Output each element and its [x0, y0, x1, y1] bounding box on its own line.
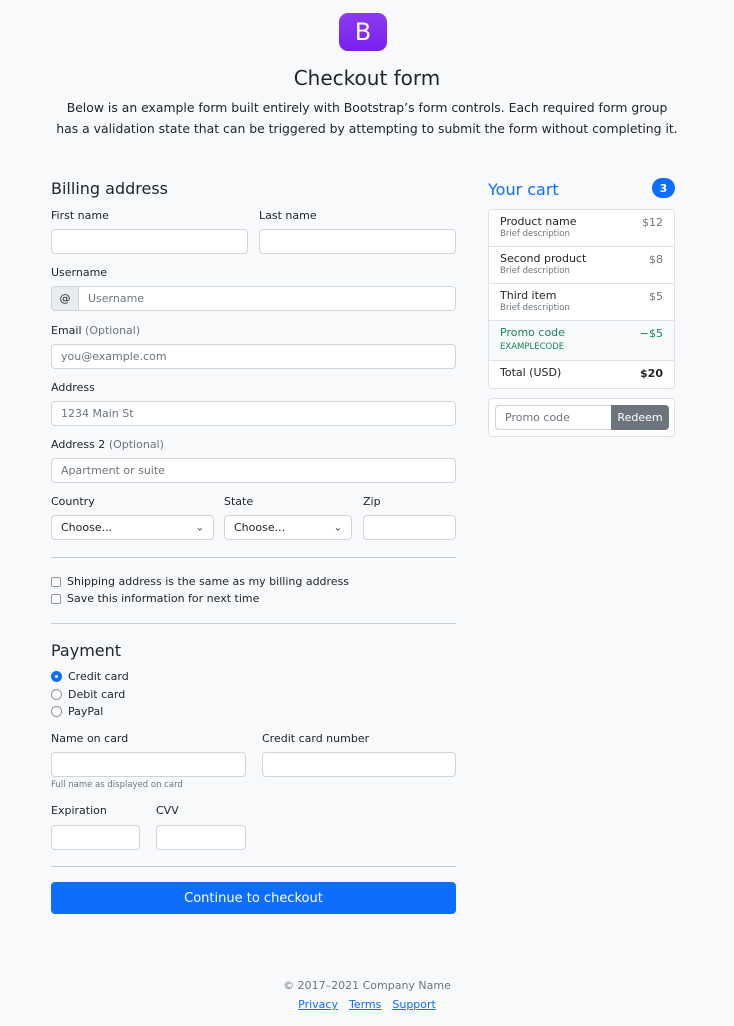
total-value: $20	[640, 367, 663, 380]
email-optional: (Optional)	[85, 324, 141, 337]
address2-placeholder: Apartment or suite	[61, 464, 165, 477]
username-placeholder: Username	[88, 292, 145, 305]
promo-name: Promo code	[500, 326, 565, 339]
continue-to-checkout-button[interactable]: Continue to checkout	[51, 882, 456, 914]
address2-label: Address 2 (Optional)	[51, 438, 164, 451]
promo-placeholder: Promo code	[505, 411, 570, 424]
cart-item-price: $12	[642, 216, 663, 229]
card-number-label: Credit card number	[262, 732, 370, 745]
page-title: Checkout form	[293, 66, 441, 90]
cart-item-desc: Brief description	[500, 229, 570, 239]
cart-promo-row: Promo code EXAMPLECODE −$5	[489, 321, 674, 361]
address2-optional: (Optional)	[108, 438, 164, 451]
cart-item: Product name Brief description $12	[489, 210, 674, 247]
country-label: Country	[51, 495, 95, 508]
zip-input[interactable]	[363, 515, 456, 540]
divider	[51, 557, 456, 558]
radio-button[interactable]	[51, 689, 62, 700]
save-info-checkbox[interactable]: Save this information for next time	[51, 592, 259, 605]
same-address-label: Shipping address is the same as my billi…	[67, 575, 350, 588]
cvv-input[interactable]	[156, 825, 246, 850]
first-name-input[interactable]	[51, 229, 248, 254]
state-value: Choose...	[234, 521, 286, 534]
footer-link-terms[interactable]: Terms	[349, 998, 381, 1011]
cart-total-row: Total (USD) $20	[489, 361, 674, 388]
footer-copyright: © 2017–2021 Company Name	[283, 979, 451, 992]
save-info-label: Save this information for next time	[67, 592, 260, 605]
name-on-card-input[interactable]	[51, 752, 246, 777]
state-select[interactable]: Choose... ⌄	[224, 515, 352, 540]
footer-link-support[interactable]: Support	[392, 998, 435, 1011]
billing-heading: Billing address	[51, 179, 168, 198]
radio-button[interactable]	[51, 706, 62, 717]
payment-heading: Payment	[51, 641, 122, 660]
email-label: Email (Optional)	[51, 324, 141, 337]
cart-item: Second product Brief description $8	[489, 247, 674, 284]
promo-amount: −$5	[639, 327, 663, 340]
country-select[interactable]: Choose... ⌄	[51, 515, 214, 540]
radio-label: PayPal	[68, 705, 104, 718]
cart-item-name: Product name	[500, 215, 577, 228]
cart-item-name: Second product	[500, 252, 587, 265]
radio-label: Credit card	[68, 670, 129, 683]
radio-button[interactable]	[51, 671, 62, 682]
promo-code: EXAMPLECODE	[500, 342, 565, 352]
email-input[interactable]: you@example.com	[51, 344, 456, 369]
username-input[interactable]: Username	[78, 286, 456, 311]
last-name-input[interactable]	[259, 229, 456, 254]
cart-item-price: $8	[649, 253, 663, 266]
first-name-label: First name	[51, 209, 109, 222]
name-on-card-label: Name on card	[51, 732, 129, 745]
cart-item-price: $5	[649, 290, 663, 303]
checkbox-box[interactable]	[51, 576, 61, 587]
card-number-input[interactable]	[262, 752, 456, 777]
radio-paypal[interactable]: PayPal	[51, 705, 103, 718]
cvv-label: CVV	[156, 804, 179, 817]
cart-list: Product name Brief description $12 Secon…	[488, 209, 675, 389]
same-address-checkbox[interactable]: Shipping address is the same as my billi…	[51, 575, 349, 588]
last-name-label: Last name	[259, 209, 317, 222]
radio-credit-card[interactable]: Credit card	[51, 670, 129, 683]
username-label: Username	[51, 266, 108, 279]
email-placeholder: you@example.com	[61, 350, 167, 363]
checkbox-box[interactable]	[51, 593, 61, 604]
address-input[interactable]: 1234 Main St	[51, 401, 456, 426]
page-lead: Below is an example form built entirely …	[56, 100, 678, 136]
username-prefix: @	[51, 286, 79, 311]
divider	[51, 623, 456, 624]
name-on-card-help: Full name as displayed on card	[51, 780, 183, 790]
cart-title: Your cart	[488, 180, 559, 199]
promo-code-input[interactable]: Promo code	[495, 405, 612, 430]
radio-debit-card[interactable]: Debit card	[51, 688, 125, 701]
footer-links: Privacy Terms Support	[0, 998, 734, 1011]
chevron-down-icon: ⌄	[195, 522, 204, 533]
address-label: Address	[51, 381, 95, 394]
redeem-button[interactable]: Redeem	[611, 405, 669, 430]
footer-link-privacy[interactable]: Privacy	[298, 998, 338, 1011]
cart-item-desc: Brief description	[500, 266, 570, 276]
cart-item-desc: Brief description	[500, 303, 570, 313]
chevron-down-icon: ⌄	[333, 522, 342, 533]
zip-label: Zip	[363, 495, 381, 508]
bootstrap-logo: B	[339, 13, 387, 51]
expiration-input[interactable]	[51, 825, 140, 850]
divider	[51, 866, 456, 867]
total-label: Total (USD)	[500, 366, 562, 379]
state-label: State	[224, 495, 254, 508]
cart-count-badge: 3	[652, 178, 675, 198]
address-placeholder: 1234 Main St	[61, 407, 134, 420]
cart-item-name: Third item	[500, 289, 557, 302]
address2-input[interactable]: Apartment or suite	[51, 458, 456, 483]
radio-label: Debit card	[68, 688, 126, 701]
country-value: Choose...	[61, 521, 113, 534]
expiration-label: Expiration	[51, 804, 107, 817]
cart-item: Third item Brief description $5	[489, 284, 674, 321]
